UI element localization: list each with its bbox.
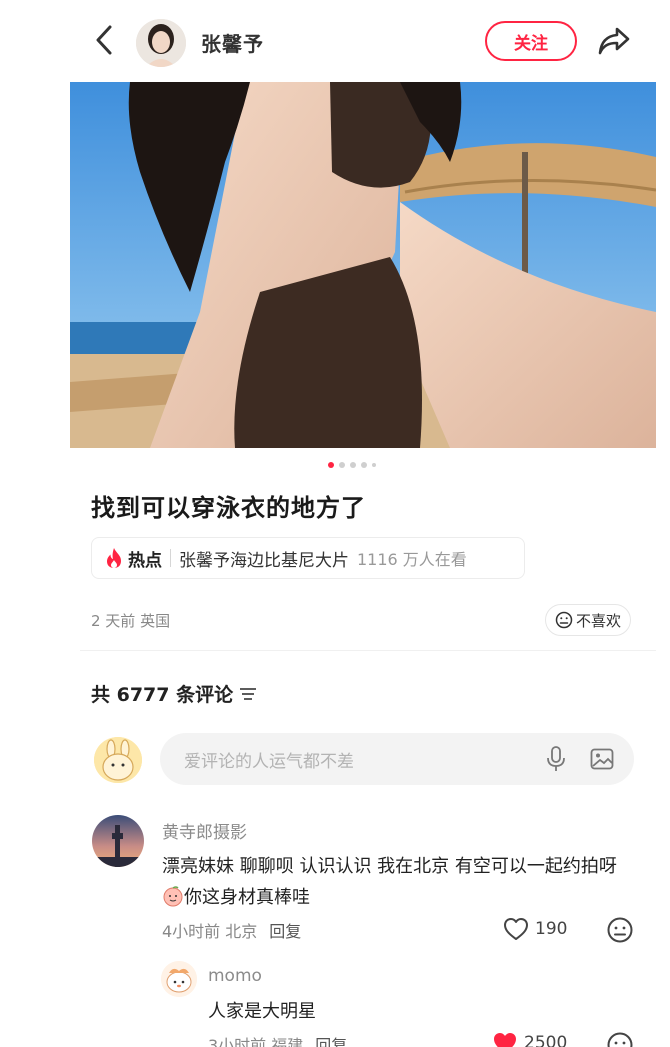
post-time-location: 2 天前 英国 (91, 612, 171, 630)
follow-button[interactable]: 关注 (485, 21, 577, 61)
peach-emoji-icon (163, 886, 183, 907)
heart-filled-icon (494, 1033, 516, 1047)
section-divider (80, 650, 656, 651)
dislike-label: 不喜欢 (575, 611, 621, 630)
image-icon (590, 748, 614, 770)
comment-count[interactable]: 共 6777 条评论 (91, 680, 257, 707)
reply-meta: 3小时前 福建 回复 (208, 1032, 347, 1047)
replier-avatar[interactable] (161, 961, 197, 997)
comment-count-label: 共 6777 条评论 (91, 684, 234, 706)
carousel-indicator (328, 462, 376, 468)
post-image[interactable] (70, 82, 656, 448)
carousel-dot (339, 462, 345, 468)
commenter-avatar[interactable] (92, 815, 144, 867)
replier-name[interactable]: momo (208, 966, 262, 986)
note-header: 张馨予 关注 (0, 0, 670, 82)
hot-topic-text: 张馨予海边比基尼大片 (179, 550, 349, 571)
comment-text-part: 你这身材真棒哇 (184, 887, 310, 908)
post-title: 找到可以穿泳衣的地方了 (91, 494, 366, 522)
divider (170, 549, 171, 567)
like-count: 2500 (524, 1033, 568, 1047)
dislike-button[interactable]: 不喜欢 (545, 604, 631, 636)
back-button[interactable] (88, 22, 120, 58)
comment-text: 漂亮妹妹 聊聊呗 认识认识 我在北京 有空可以一起约拍呀 你这身材真棒哇 (162, 851, 632, 913)
share-button[interactable] (596, 24, 632, 58)
sort-icon (240, 687, 257, 700)
carousel-dot (372, 463, 376, 467)
like-button[interactable]: 2500 (492, 1031, 567, 1047)
reply-button[interactable]: 回复 (315, 1036, 347, 1047)
reply-button[interactable]: 回复 (269, 922, 301, 941)
like-count: 190 (535, 919, 568, 939)
author-name[interactable]: 张馨予 (201, 28, 264, 57)
fire-icon (107, 548, 121, 568)
heart-outline-icon (504, 918, 528, 940)
neutral-face-icon (555, 611, 573, 629)
comment-meta: 4小时前 北京 回复 (162, 918, 301, 942)
dislike-face-icon[interactable] (606, 916, 634, 944)
commenter-name[interactable]: 黄寺郎摄影 (162, 818, 247, 843)
hot-topic-tag[interactable]: 热点 张馨予海边比基尼大片 1116 万人在看 (91, 537, 525, 579)
comment-time-location: 4小时前 北京 (162, 922, 258, 941)
microphone-icon (547, 746, 565, 771)
current-user-avatar (94, 737, 142, 783)
dislike-face-icon[interactable] (606, 1031, 634, 1047)
reply-text: 人家是大明星 (208, 1001, 316, 1022)
carousel-dot (350, 462, 356, 468)
hot-label: 热点 (128, 550, 162, 571)
image-upload-button[interactable] (588, 744, 616, 774)
carousel-dot (361, 462, 367, 468)
like-button[interactable]: 190 (503, 917, 567, 941)
hot-view-count: 1116 万人在看 (357, 550, 467, 569)
author-avatar[interactable] (136, 19, 186, 67)
carousel-dot-active (328, 462, 334, 468)
share-icon (598, 27, 630, 55)
reply-time-location: 3小时前 福建 (208, 1036, 304, 1047)
voice-input-button[interactable] (542, 744, 570, 774)
back-arrow-icon (96, 25, 112, 55)
comment-text-part: 漂亮妹妹 聊聊呗 认识认识 我在北京 有空可以一起约拍呀 (162, 856, 617, 877)
